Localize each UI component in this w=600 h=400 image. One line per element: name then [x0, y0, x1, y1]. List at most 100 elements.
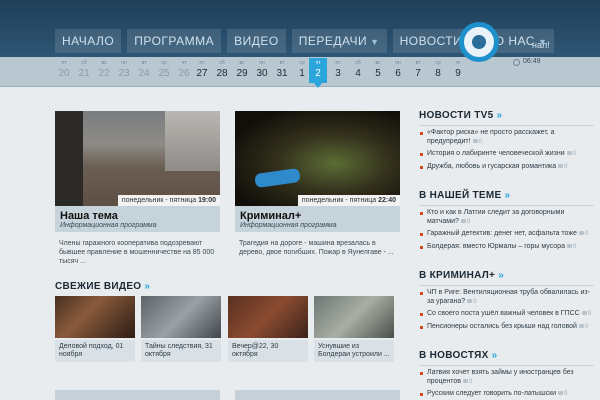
- news-item[interactable]: Дружба, любовь и гусарская романтика 0: [419, 163, 594, 172]
- card-preview[interactable]: [55, 390, 220, 400]
- date-item[interactable]: пт 20: [55, 60, 73, 80]
- date-item[interactable]: вт 24: [135, 60, 153, 80]
- video-thumb[interactable]: Деловой подход, 01 ноября: [55, 296, 135, 362]
- date-item[interactable]: пт 3: [329, 60, 347, 80]
- date-item[interactable]: чт 26: [175, 60, 193, 80]
- day-number: 27: [196, 68, 208, 79]
- weekday-label: чт: [455, 60, 461, 66]
- day-number: 29: [236, 68, 248, 79]
- chevron-down-icon: ▼: [370, 37, 380, 47]
- comment-icon: [463, 378, 469, 383]
- program-card[interactable]: понедельник - пятница 19:00 Наша тема Ин…: [55, 111, 220, 266]
- card-preview[interactable]: [235, 390, 400, 400]
- program-thumbnail[interactable]: понедельник - пятница 19:00: [55, 111, 220, 206]
- video-caption[interactable]: Вечер@22, 30 октября: [228, 340, 308, 362]
- date-item[interactable]: пн 6: [389, 60, 407, 80]
- site-header: НАЧАЛО ПРОГРАММА ВИДЕО ПЕРЕДАЧИ ▼ НОВОСТИ…: [0, 0, 600, 62]
- nav-item-shows[interactable]: ПЕРЕДАЧИ ▼: [291, 29, 387, 53]
- day-number: 30: [256, 68, 268, 79]
- day-number: 24: [138, 68, 150, 79]
- program-description[interactable]: Трагедия на дороге - машина врезалась в …: [235, 232, 400, 257]
- program-description[interactable]: Члены гаражного кооператива подозревают …: [55, 232, 220, 266]
- section-heading[interactable]: НОВОСТИ TV5»: [419, 110, 594, 126]
- video-image[interactable]: [228, 296, 308, 338]
- fresh-videos-title[interactable]: СВЕЖИЕ ВИДЕО»: [55, 281, 150, 292]
- double-arrow-icon: »: [504, 190, 511, 201]
- day-number: 26: [178, 68, 190, 79]
- date-item[interactable]: пт 27: [193, 60, 211, 80]
- double-arrow-icon: »: [498, 270, 505, 281]
- date-item[interactable]: вс 22: [95, 60, 113, 80]
- video-caption[interactable]: Деловой подход, 01 ноября: [55, 340, 135, 362]
- header-tagline: нал!: [532, 40, 550, 50]
- news-item[interactable]: Русским следует говорить по-латышски 0: [419, 390, 594, 399]
- date-item[interactable]: вт 31: [273, 60, 291, 80]
- date-item[interactable]: сб 28: [213, 60, 231, 80]
- day-number: 5: [375, 68, 381, 79]
- news-item[interactable]: Болдерая: вместо Юрмалы – горы мусора 0: [419, 243, 594, 252]
- video-thumb[interactable]: Тайны следствия, 31 октября: [141, 296, 221, 362]
- nav-item-home[interactable]: НАЧАЛО: [55, 29, 122, 53]
- news-item[interactable]: Со своего поста ушёл важный человек в ГП…: [419, 310, 594, 319]
- comment-icon: [467, 298, 473, 303]
- news-item[interactable]: ЧП в Риге: Вентиляционная труба обвалила…: [419, 289, 594, 306]
- nav-item-program[interactable]: ПРОГРАММА: [127, 29, 222, 53]
- day-number: 21: [78, 68, 90, 79]
- weekday-label: пн: [395, 60, 401, 66]
- schedule-badge: понедельник - пятница 22:40: [297, 195, 400, 206]
- video-caption[interactable]: Уснувшие из Болдераи устроили ...: [314, 340, 394, 362]
- date-item[interactable]: пн 23: [115, 60, 133, 80]
- video-thumb[interactable]: Вечер@22, 30 октября: [228, 296, 308, 362]
- section-heading[interactable]: В НОВОСТЯХ»: [419, 350, 594, 366]
- double-arrow-icon: »: [496, 110, 503, 121]
- program-subtitle: Информационная программа: [60, 222, 157, 229]
- day-number: 2: [315, 68, 321, 79]
- comment-icon: [558, 391, 564, 396]
- date-item[interactable]: сб 21: [75, 60, 93, 80]
- date-item[interactable]: вс 5: [369, 60, 387, 80]
- date-item[interactable]: сб 4: [349, 60, 367, 80]
- weekday-label: сб: [81, 60, 87, 66]
- news-item[interactable]: Гаражный детектив: денег нет, асфальта т…: [419, 230, 594, 239]
- program-thumbnail[interactable]: понедельник - пятница 22:40: [235, 111, 400, 206]
- comment-icon: [460, 218, 466, 223]
- date-item[interactable]: пн 30: [253, 60, 271, 80]
- weekday-label: сб: [219, 60, 225, 66]
- double-arrow-icon: »: [491, 350, 498, 361]
- comment-icon: [578, 231, 584, 236]
- weekday-label: пт: [199, 60, 205, 66]
- news-item[interactable]: «Фактор риска» не просто расскажет, а пр…: [419, 129, 594, 146]
- date-item[interactable]: вт 7: [409, 60, 427, 80]
- weekday-label: пн: [121, 60, 127, 66]
- weekday-label: вс: [375, 60, 381, 66]
- date-item[interactable]: чт 9: [449, 60, 467, 80]
- video-image[interactable]: [314, 296, 394, 338]
- weekday-label: вс: [101, 60, 107, 66]
- day-number: 9: [455, 68, 461, 79]
- day-number: 8: [435, 68, 441, 79]
- weekday-label: ср: [161, 60, 167, 66]
- video-image[interactable]: [55, 296, 135, 338]
- program-title[interactable]: Наша тема: [60, 210, 215, 222]
- program-card[interactable]: понедельник - пятница 22:40 Криминал+ Ин…: [235, 111, 400, 257]
- news-item[interactable]: История о лабиринте человеческой жизни 0: [419, 150, 594, 159]
- date-item[interactable]: ср 25: [155, 60, 173, 80]
- program-title[interactable]: Криминал+: [240, 210, 395, 222]
- day-number: 23: [118, 68, 130, 79]
- news-item[interactable]: Кто и как в Латгии следит за договорными…: [419, 209, 594, 226]
- video-caption[interactable]: Тайны следствия, 31 октября: [141, 340, 221, 362]
- weekday-label: чт: [315, 60, 321, 66]
- day-number: 31: [276, 68, 288, 79]
- video-image[interactable]: [141, 296, 221, 338]
- video-thumb[interactable]: Уснувшие из Болдераи устроили ...: [314, 296, 394, 362]
- date-today[interactable]: чт 2: [309, 58, 327, 88]
- news-item[interactable]: Латвия хочет взять займы у иностранцев б…: [419, 369, 594, 386]
- channel-logo[interactable]: [459, 22, 499, 62]
- nav-item-video[interactable]: ВИДЕО: [227, 29, 286, 53]
- date-item[interactable]: вс 29: [233, 60, 251, 80]
- section-heading[interactable]: В КРИМИНАЛ+»: [419, 270, 594, 286]
- weekday-label: вт: [415, 60, 421, 66]
- date-item[interactable]: ср 8: [429, 60, 447, 80]
- news-item[interactable]: Пенсионеры остались без крыши над голово…: [419, 323, 594, 332]
- section-heading[interactable]: В НАШЕЙ ТЕМЕ»: [419, 190, 594, 206]
